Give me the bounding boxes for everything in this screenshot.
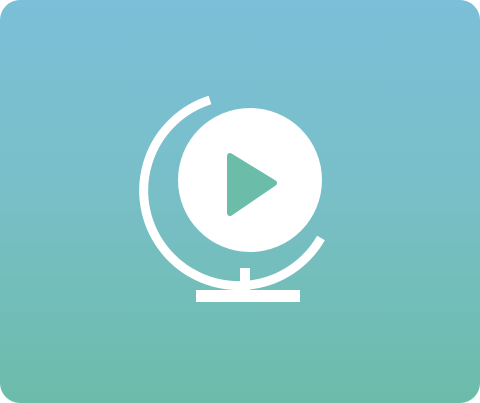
app-icon-card (0, 0, 480, 403)
globe-stand-base (196, 290, 300, 302)
globe-play-icon (139, 95, 325, 302)
globe-stand-post (240, 268, 250, 292)
